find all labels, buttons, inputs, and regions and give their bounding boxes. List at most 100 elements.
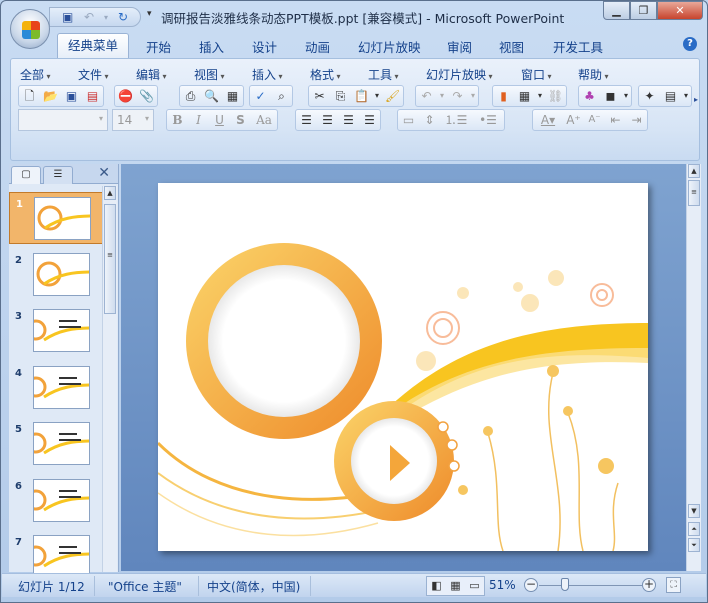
tab-insert[interactable]: 插入 [199,37,224,56]
close-pane-icon[interactable]: ✕ [98,165,110,181]
help-icon[interactable]: ? [683,37,697,51]
font-color-icon[interactable]: A▾ [533,110,563,130]
bold-button[interactable]: B [167,110,188,130]
save-icon[interactable]: ▣ [61,86,82,106]
language-indicator[interactable]: 中文(简体，中国) [207,578,300,595]
undo-dropdown-icon[interactable]: ▾ [437,86,447,106]
print-preview-icon[interactable]: 🔍 [201,86,222,106]
numbering-icon[interactable]: ⒈☰ [440,110,472,130]
undo-dropdown-icon[interactable]: ▾ [104,13,108,22]
decrease-indent-icon[interactable]: ⇤ [605,110,626,130]
bullets-icon[interactable]: •☰ [472,110,504,130]
table-dropdown-icon[interactable]: ▾ [535,86,545,106]
menu-view[interactable]: 视图 [194,66,225,83]
tab-slideshow[interactable]: 幻灯片放映 [358,37,421,56]
hyperlink-icon[interactable]: ⛓ [545,86,566,106]
print-icon[interactable]: ⎙ [180,86,201,106]
toolbar-overflow-icon[interactable]: ▸ [694,95,698,104]
undo-icon[interactable]: ↶ [84,10,94,24]
open-icon[interactable]: 📂 [40,86,61,106]
tab-classic-menu[interactable]: 经典菜单 [57,33,129,60]
slide-thumbnail[interactable]: 5 [9,418,105,470]
layout-icon[interactable]: ▤ [660,86,681,106]
scroll-down-button[interactable]: ▼ [688,504,700,518]
zoom-slider-thumb[interactable] [561,578,569,591]
pane-scrollbar[interactable]: ▲ ≡ [102,186,117,572]
redo-icon[interactable]: ↷ [447,86,468,106]
align-left-icon[interactable]: ☰ [296,110,317,130]
tab-home[interactable]: 开始 [146,37,171,56]
menu-help[interactable]: 帮助 [578,66,609,83]
menu-slideshow[interactable]: 幻灯片放映 [426,66,493,83]
slide-thumbnail[interactable]: 2 [9,249,105,301]
menu-file[interactable]: 文件 [78,66,109,83]
chart-icon[interactable]: ▮ [493,86,514,106]
copy-icon[interactable]: ⎘ [330,86,351,106]
zoom-in-button[interactable]: + [642,578,656,592]
tab-design[interactable]: 设计 [252,37,277,56]
grayscale-icon[interactable]: ◼ [600,86,621,106]
italic-button[interactable]: I [188,110,209,130]
permission-icon[interactable]: ▤ [82,86,103,106]
close-button[interactable]: ✕ [657,1,703,20]
justify-icon[interactable]: ☰ [359,110,380,130]
color-scheme-icon[interactable]: ♣ [579,86,600,106]
menu-insert[interactable]: 插入 [252,66,283,83]
slide-thumbnail[interactable]: 6 [9,475,105,527]
current-slide[interactable] [156,183,648,552]
slide-thumbnail[interactable]: 1 [9,192,105,244]
next-slide-button[interactable]: ⏷ [688,538,700,552]
zoom-level[interactable]: 51% [489,578,516,592]
normal-view-button[interactable]: ◧ [427,577,446,595]
zoom-slider[interactable] [539,585,642,586]
scroll-up-button[interactable]: ▲ [104,186,116,200]
outline-tab[interactable]: ☰ [43,166,73,184]
undo-icon[interactable]: ↶ [416,86,437,106]
slide-scrollbar[interactable]: ▲ ≡ ▼ ⏶ ⏷ [686,164,701,571]
shrink-font-icon[interactable]: A⁻ [584,110,605,130]
layout-dropdown-icon[interactable]: ▾ [681,86,691,106]
slide-thumbnail[interactable]: 3 [9,305,105,357]
menu-tools[interactable]: 工具 [368,66,399,83]
new-icon[interactable]: 🗋 [19,86,40,106]
save-icon[interactable]: ▣ [62,10,73,24]
fit-to-window-button[interactable]: ⛶ [666,577,681,593]
format-painter-icon[interactable]: 🖌 [382,86,403,106]
customize-qat-icon[interactable]: ▾ [147,9,152,19]
line-spacing-icon[interactable]: ⇕ [419,110,440,130]
cut-icon[interactable]: ✂ [309,86,330,106]
slide-sorter-button[interactable]: ▦ [446,577,465,595]
font-name-combo[interactable] [18,109,108,131]
redo-dropdown-icon[interactable]: ▾ [468,86,478,106]
zoom-out-button[interactable]: − [524,578,538,592]
scroll-thumb[interactable]: ≡ [104,204,116,314]
align-center-icon[interactable]: ☰ [317,110,338,130]
spelling-icon[interactable]: ✓ [250,86,271,106]
no-edit-icon[interactable]: ⛔ [115,86,136,106]
paste-dropdown-icon[interactable]: ▾ [372,86,382,106]
shadow-button[interactable]: S [230,110,251,130]
font-size-combo[interactable]: 14 [112,109,154,131]
change-case-button[interactable]: Aa [251,110,277,130]
slideshow-button[interactable]: ▭ [465,577,484,595]
tab-view[interactable]: 视图 [499,37,524,56]
slide-thumbnail[interactable]: 4 [9,362,105,414]
slides-tab[interactable]: ▢ [11,166,41,184]
tab-developer[interactable]: 开发工具 [553,37,603,56]
menu-format[interactable]: 格式 [310,66,341,83]
restore-button[interactable]: ❐ [630,1,657,20]
align-right-icon[interactable]: ☰ [338,110,359,130]
redo-icon[interactable]: ↻ [118,10,128,24]
minimize-button[interactable]: ▁ [603,1,630,20]
increase-indent-icon[interactable]: ⇥ [626,110,647,130]
scroll-up-button[interactable]: ▲ [688,164,700,178]
tab-animation[interactable]: 动画 [305,37,330,56]
grow-font-icon[interactable]: A⁺ [563,110,584,130]
office-button[interactable] [10,9,50,49]
attach-icon[interactable]: 📎 [136,86,157,106]
tab-review[interactable]: 审阅 [447,37,472,56]
table-icon[interactable]: ▦ [514,86,535,106]
menu-all[interactable]: 全部 [20,66,51,83]
new-slide-icon[interactable]: ✦ [639,86,660,106]
text-box-icon[interactable]: ▭ [398,110,419,130]
